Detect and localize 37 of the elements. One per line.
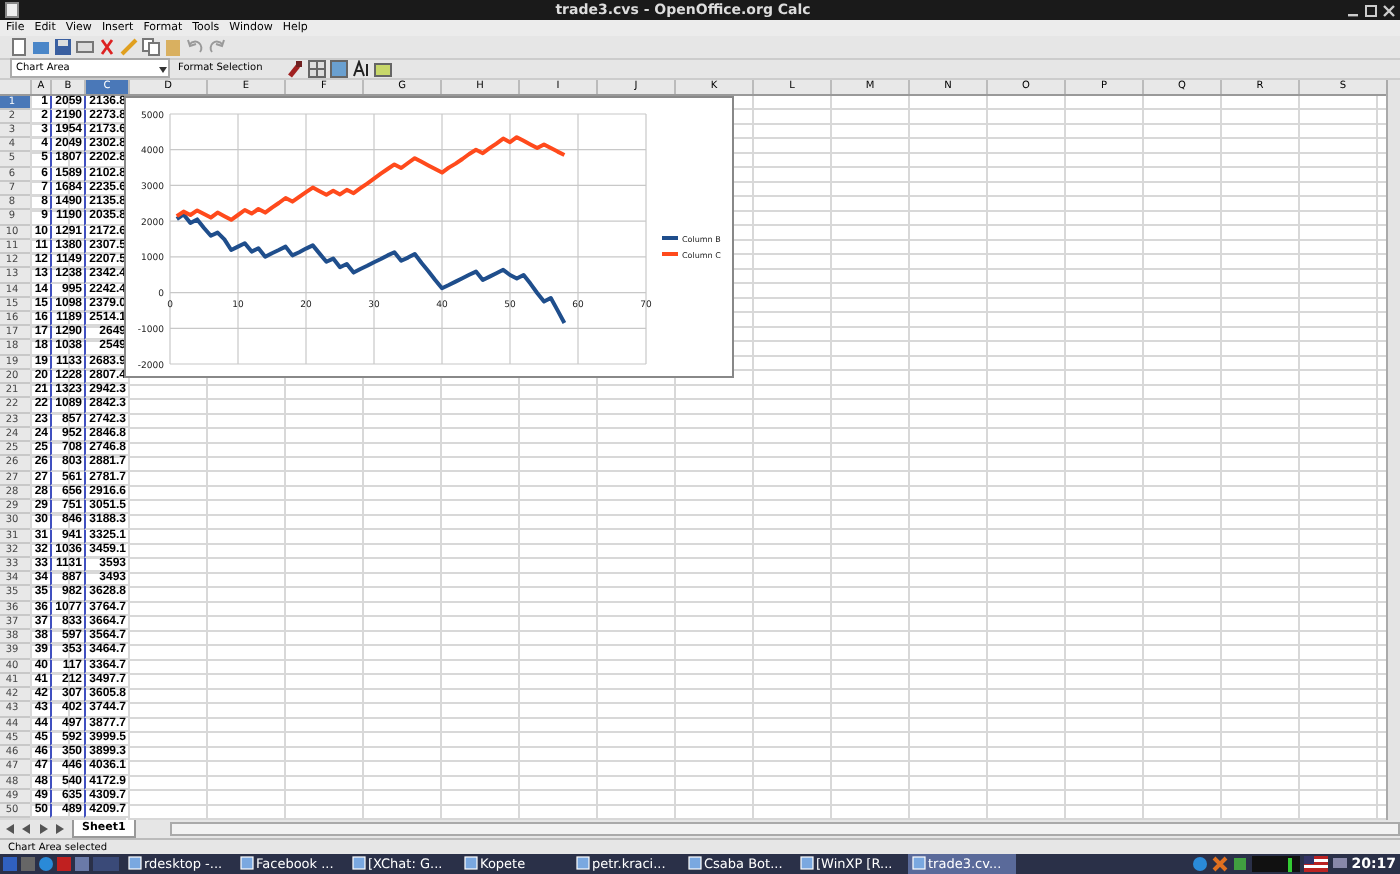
flag-icon — [1303, 855, 1328, 872]
new-document-icon[interactable] — [10, 37, 28, 56]
app-launcher-icon[interactable] — [2, 855, 18, 872]
desktop-icon[interactable] — [74, 855, 90, 872]
maximize-icon[interactable] — [1364, 3, 1378, 17]
brush-icon[interactable] — [286, 59, 305, 77]
folder-icon[interactable] — [32, 37, 50, 56]
monitor-icon — [1331, 855, 1348, 872]
window-icon — [128, 856, 142, 871]
window-icon — [912, 856, 926, 871]
network-graph-icon — [1251, 855, 1300, 872]
redo-icon[interactable] — [208, 37, 226, 56]
scissors-icon[interactable] — [98, 37, 116, 56]
terminal-icon[interactable] — [20, 855, 36, 872]
text-scale-icon[interactable] — [352, 59, 371, 77]
window-icon — [240, 856, 254, 871]
undo-icon[interactable] — [186, 37, 204, 56]
close-icon[interactable] — [1382, 3, 1396, 17]
chart-area-icon[interactable] — [330, 59, 349, 77]
grid-icon[interactable] — [308, 59, 327, 77]
window-icon — [352, 856, 366, 871]
copy-icon[interactable] — [142, 37, 160, 56]
chart-legend-icon[interactable] — [374, 59, 393, 77]
window-icon — [576, 856, 590, 871]
app-icon[interactable] — [56, 855, 72, 872]
clipboard-icon[interactable] — [164, 37, 182, 56]
horizontal-scrollbar[interactable] — [169, 821, 1400, 835]
dropdown-arrow-icon — [158, 63, 168, 73]
window-icon — [800, 856, 814, 871]
tray-app-icon — [1211, 855, 1228, 872]
volume-icon — [1191, 855, 1208, 872]
globe-icon[interactable] — [38, 855, 54, 872]
window-icon — [688, 856, 702, 871]
window-icon — [464, 856, 478, 871]
envelope-icon[interactable] — [76, 37, 94, 56]
phone-icon — [1231, 855, 1248, 872]
vertical-scrollbar[interactable] — [1386, 79, 1400, 819]
